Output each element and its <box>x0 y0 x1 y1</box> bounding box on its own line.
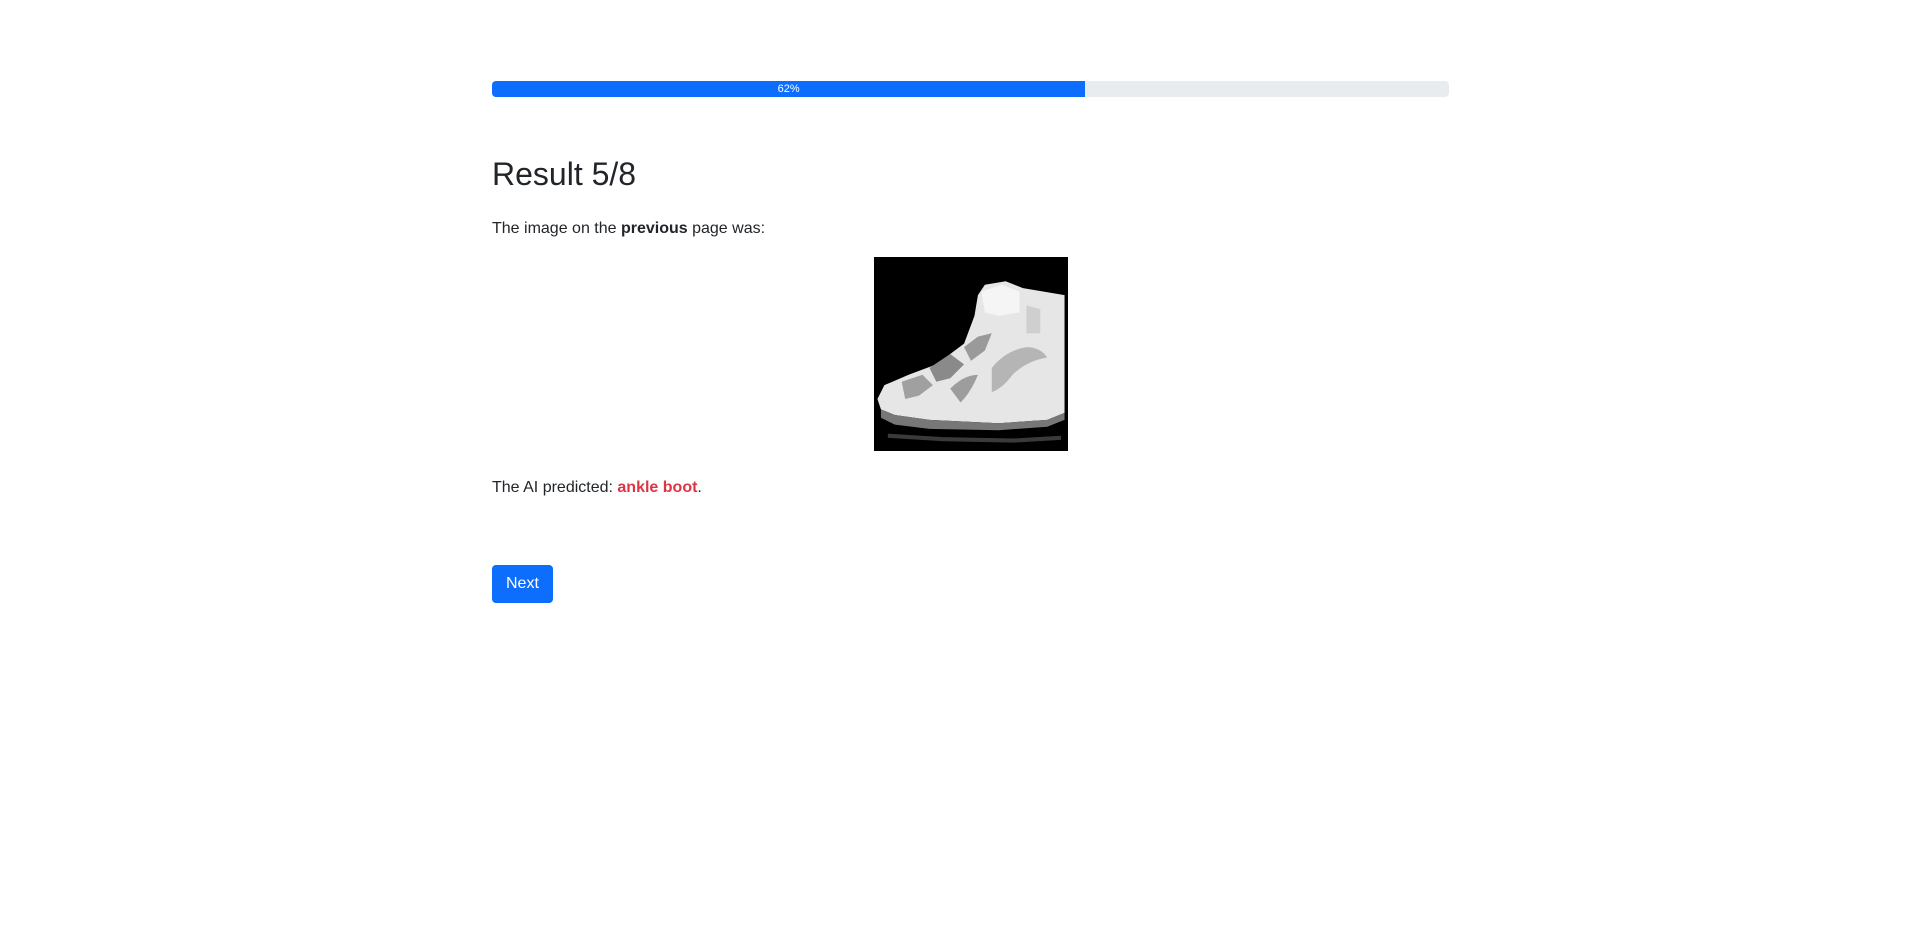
intro-text-after: page was: <box>687 220 766 237</box>
prediction-prefix: The AI predicted: <box>492 479 618 496</box>
prediction-suffix: . <box>697 479 702 496</box>
sneaker-icon <box>874 257 1068 451</box>
page-title: Result 5/8 <box>492 156 637 192</box>
prediction-value: ankle boot <box>617 479 698 496</box>
intro-text-bold: previous <box>620 220 688 237</box>
next-button[interactable]: Next <box>492 565 553 603</box>
image-intro-text: The image on the previous page was: <box>492 217 765 241</box>
progress-fill: 62% <box>492 81 1086 97</box>
prediction-text: The AI predicted: ankle boot. <box>492 476 702 500</box>
progress-bar: 62% <box>492 81 1449 97</box>
intro-text-before: The image on the <box>492 220 621 237</box>
progress-label: 62% <box>777 83 800 95</box>
sneaker-image <box>874 257 1068 451</box>
